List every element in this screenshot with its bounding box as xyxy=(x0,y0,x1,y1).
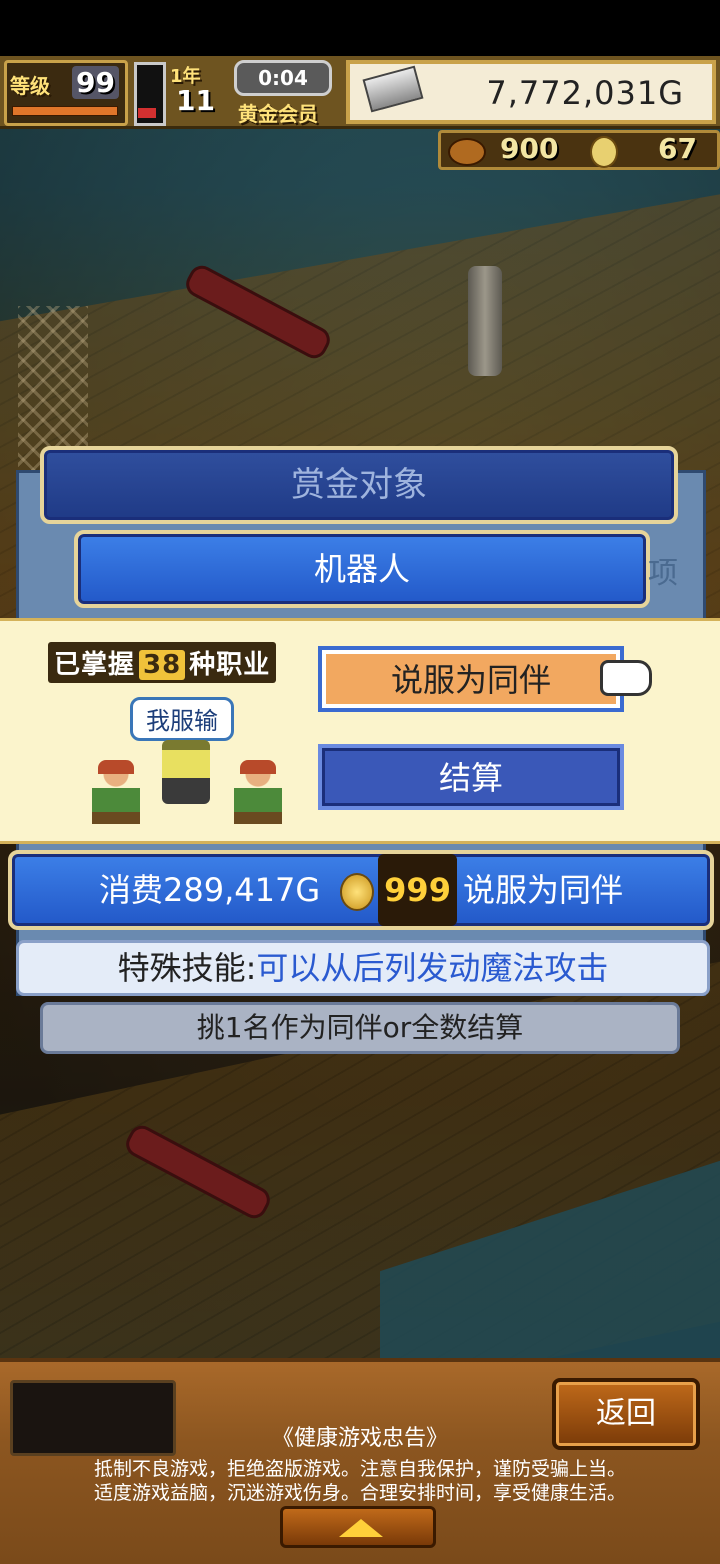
expand-menu-button[interactable] xyxy=(280,1506,436,1548)
meat-icon xyxy=(448,138,486,166)
special-skill: 特殊技能:可以从后列发动魔法攻击 xyxy=(16,940,710,996)
pirate-character xyxy=(234,760,282,824)
recruit-button[interactable]: 说服为同伴 xyxy=(318,646,624,712)
coin-count: 999 xyxy=(378,854,457,926)
medal-icon xyxy=(590,136,618,168)
health-advice-line: 抵制不良游戏，拒绝盗版游戏。注意自我保护，谨防受骗上当。 xyxy=(93,1458,626,1480)
pointing-hand-icon xyxy=(600,660,652,696)
coin-icon xyxy=(340,873,375,911)
hint-text: 挑1名作为同伴or全数结算 xyxy=(40,1002,680,1054)
health-advice-title: 《健康游戏忠告》 xyxy=(271,1426,448,1451)
level-value: 99 xyxy=(72,66,119,99)
clock: 0:04 xyxy=(234,60,332,96)
jobs-count: 38 xyxy=(139,650,186,680)
jobs-prefix: 已掌握 xyxy=(54,650,136,680)
exp-bar xyxy=(12,106,118,116)
medal-amount: 67 xyxy=(658,132,697,165)
health-advice-line: 适度游戏益脑，沉迷游戏伤身。合理安排时间，享受健康生活。 xyxy=(93,1482,626,1504)
settle-button[interactable]: 结算 xyxy=(318,744,624,810)
ghost-text: 项 xyxy=(648,556,678,591)
panel-title: 赏金对象 xyxy=(40,446,678,524)
year-value: 11 xyxy=(176,84,215,117)
cost-bar[interactable]: 消费289,417G 999 说服为同伴 xyxy=(8,850,714,930)
status-bar xyxy=(0,0,720,56)
skill-value: 可以从后列发动魔法攻击 xyxy=(256,949,609,987)
cost-action: 说服为同伴 xyxy=(462,871,623,909)
up-arrow-icon xyxy=(339,1519,383,1537)
robot-character xyxy=(162,740,210,804)
level-label: 等级 xyxy=(10,74,50,98)
pirate-character xyxy=(92,760,140,824)
target-name: 机器人 xyxy=(74,530,650,608)
jobs-mastered: 已掌握 38 种职业 xyxy=(48,642,277,683)
gold-amount: 7,772,031G xyxy=(486,74,684,112)
cost-text: 消费289,417G xyxy=(99,871,321,909)
lantern-post xyxy=(468,266,502,376)
member-badge: 黄金会员 xyxy=(238,102,318,126)
stamina-fill xyxy=(138,108,156,118)
jobs-suffix: 种职业 xyxy=(189,650,271,680)
food-amount: 900 xyxy=(500,132,559,165)
speech-bubble: 我服输 xyxy=(130,697,234,741)
skill-label: 特殊技能: xyxy=(117,949,257,987)
